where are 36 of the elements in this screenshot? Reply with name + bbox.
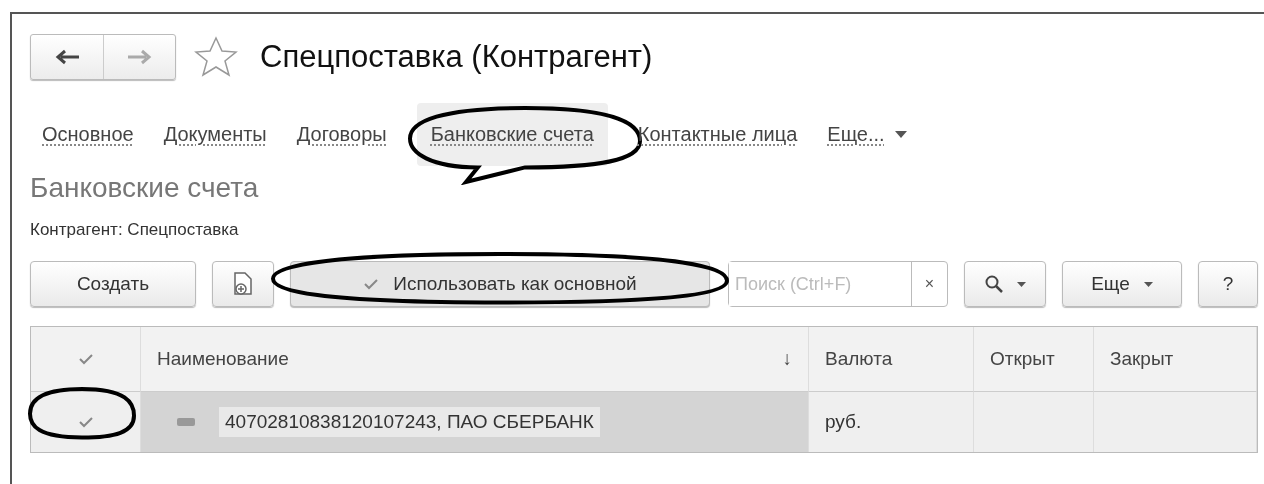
clear-button[interactable]: × [911, 262, 947, 306]
arrow-right-icon [127, 49, 152, 65]
tab[interactable]: Договоры [296, 102, 387, 166]
search-options-button[interactable] [964, 261, 1046, 307]
caret-icon [894, 130, 907, 138]
table-cell: руб. [809, 392, 974, 452]
column-header[interactable]: Открыт [974, 327, 1094, 392]
create-button[interactable]: Создать [30, 261, 196, 307]
table-cell: 40702810838120107243, ПАО СБЕРБАНК [141, 392, 809, 452]
column-header[interactable] [31, 327, 141, 392]
caret-icon [1143, 281, 1153, 287]
star-icon[interactable] [194, 36, 238, 78]
help-button[interactable]: ? [1198, 261, 1258, 307]
tab[interactable]: Банковские счета [416, 102, 608, 166]
arrow-left-icon [55, 49, 79, 65]
tab[interactable]: Контактные лица [637, 102, 798, 166]
check-icon [77, 353, 94, 365]
tab[interactable]: Еще... [827, 102, 907, 166]
column-header[interactable]: Валюта [809, 327, 974, 392]
use-as-main-button[interactable]: Использовать как основной [290, 261, 710, 307]
column-header[interactable]: Наименование ↓ [141, 327, 809, 392]
minus-icon [177, 418, 195, 426]
copy-button[interactable] [212, 261, 274, 307]
column-header[interactable]: Закрыт [1094, 327, 1257, 392]
search-field[interactable]: Поиск (Ctrl+F) × [728, 261, 948, 307]
document-plus-icon [233, 272, 253, 296]
more-button[interactable]: Еще [1062, 261, 1182, 307]
caret-icon [1016, 281, 1026, 287]
check-icon [363, 278, 380, 290]
owner-label: Контрагент: Спецпоставка [30, 220, 240, 240]
sort-indicator: ↓ [782, 348, 792, 370]
tab[interactable]: Основное [42, 102, 134, 166]
window-title: Спецпоставка (Контрагент) [260, 39, 653, 75]
section-title: Банковские счета [30, 172, 260, 204]
search-icon [984, 275, 1003, 293]
tab[interactable]: Документы [163, 102, 267, 166]
